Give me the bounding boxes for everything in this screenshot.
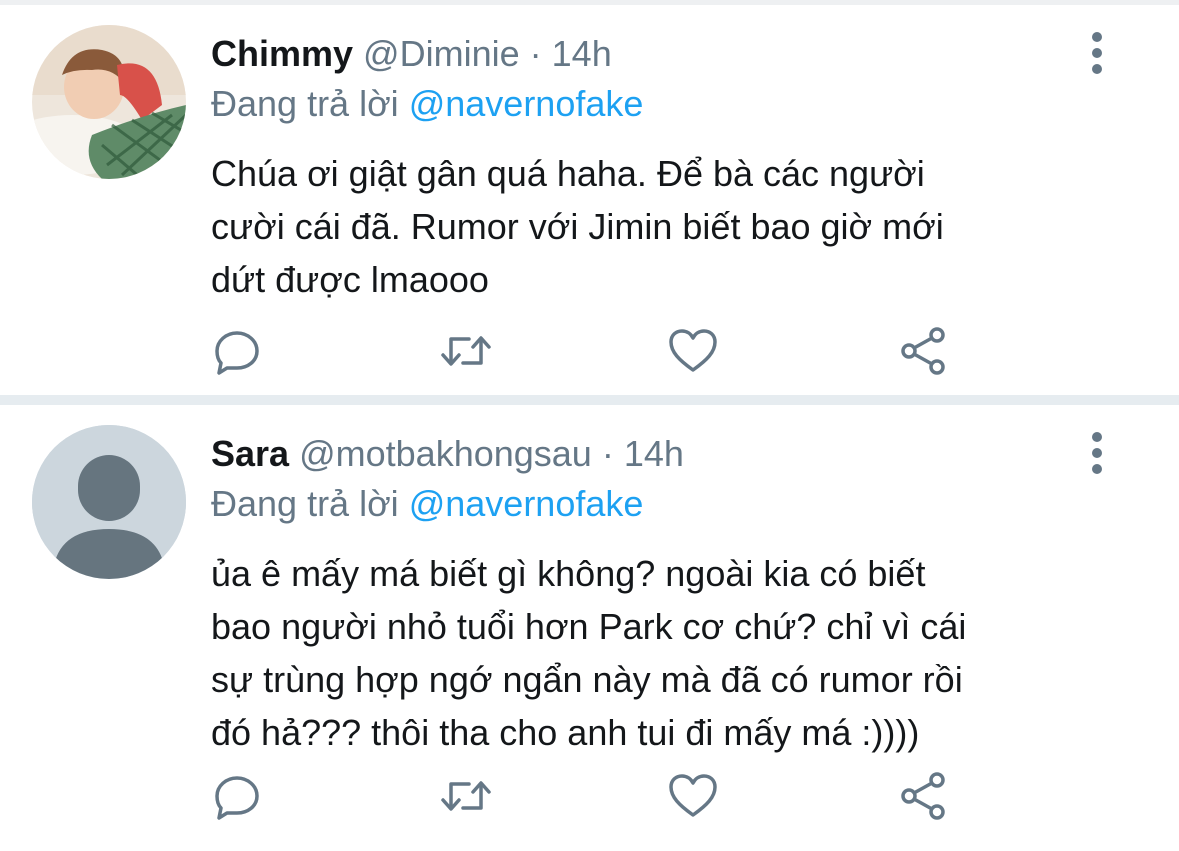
retweet-button[interactable] bbox=[436, 766, 496, 826]
replying-to-handle[interactable]: @navernofake bbox=[409, 83, 644, 124]
heart-icon bbox=[669, 774, 717, 817]
reply-button[interactable] bbox=[207, 766, 267, 826]
tweet-header: Chimmy @Diminie · 14h bbox=[211, 33, 612, 75]
tweet-text-line: ủa ê mấy má biết gì không? ngoài kia có … bbox=[211, 553, 926, 594]
tweet-actions bbox=[0, 766, 1179, 826]
replying-to-handle[interactable]: @navernofake bbox=[409, 483, 644, 524]
tweet-text-line: cười cái đã. Rumor với Jimin biết bao gi… bbox=[211, 206, 944, 247]
replying-to: Đang trả lời @navernofake bbox=[211, 83, 643, 125]
tweet-text-line: sự trùng hợp ngớ ngẩn này mà đã có rumor… bbox=[211, 659, 963, 700]
avatar[interactable] bbox=[32, 425, 186, 579]
display-name[interactable]: Sara bbox=[211, 433, 289, 474]
replying-to-label: Đang trả lời bbox=[211, 483, 399, 524]
retweet-button[interactable] bbox=[436, 321, 496, 381]
avatar[interactable] bbox=[32, 25, 186, 179]
replying-to-label: Đang trả lời bbox=[211, 83, 399, 124]
handle[interactable]: @motbakhongsau bbox=[299, 433, 592, 474]
timestamp[interactable]: 14h bbox=[552, 33, 612, 74]
tweet-text-line: bao người nhỏ tuổi hơn Park cơ chứ? chỉ … bbox=[211, 606, 967, 647]
reply-bubble-icon bbox=[215, 776, 259, 820]
display-name[interactable]: Chimmy bbox=[211, 33, 353, 74]
like-button[interactable] bbox=[663, 766, 723, 826]
more-vertical-icon[interactable] bbox=[1080, 29, 1114, 77]
tweet-text: Chúa ơi giật gân quá haha. Để bà các ngư… bbox=[211, 147, 1111, 306]
tweet-actions bbox=[0, 321, 1179, 381]
tweet[interactable]: Sara @motbakhongsau · 14h Đang trả lời @… bbox=[0, 405, 1179, 851]
share-button[interactable] bbox=[893, 766, 953, 826]
share-icon bbox=[901, 772, 945, 820]
share-button[interactable] bbox=[893, 321, 953, 381]
tweet-text-line: dứt được lmaooo bbox=[211, 259, 489, 300]
tweet-divider bbox=[0, 395, 1179, 405]
separator: · bbox=[601, 433, 614, 474]
retweet-icon bbox=[441, 781, 491, 811]
separator: · bbox=[529, 33, 542, 74]
heart-icon bbox=[669, 329, 717, 372]
reply-bubble-icon bbox=[215, 331, 259, 375]
timestamp[interactable]: 14h bbox=[624, 433, 684, 474]
replying-to: Đang trả lời @navernofake bbox=[211, 483, 643, 525]
like-button[interactable] bbox=[663, 321, 723, 381]
tweet-text: ủa ê mấy má biết gì không? ngoài kia có … bbox=[211, 547, 1111, 759]
handle[interactable]: @Diminie bbox=[363, 33, 520, 74]
tweet-text-line: Chúa ơi giật gân quá haha. Để bà các ngư… bbox=[211, 153, 925, 194]
share-icon bbox=[901, 327, 945, 375]
tweet-header: Sara @motbakhongsau · 14h bbox=[211, 433, 684, 475]
tweet-text-line: đó hả??? thôi tha cho anh tui đi mấy má … bbox=[211, 712, 920, 753]
more-vertical-icon[interactable] bbox=[1080, 429, 1114, 477]
tweet[interactable]: Chimmy @Diminie · 14h Đang trả lời @nave… bbox=[0, 5, 1179, 395]
retweet-icon bbox=[441, 336, 491, 366]
reply-button[interactable] bbox=[207, 321, 267, 381]
